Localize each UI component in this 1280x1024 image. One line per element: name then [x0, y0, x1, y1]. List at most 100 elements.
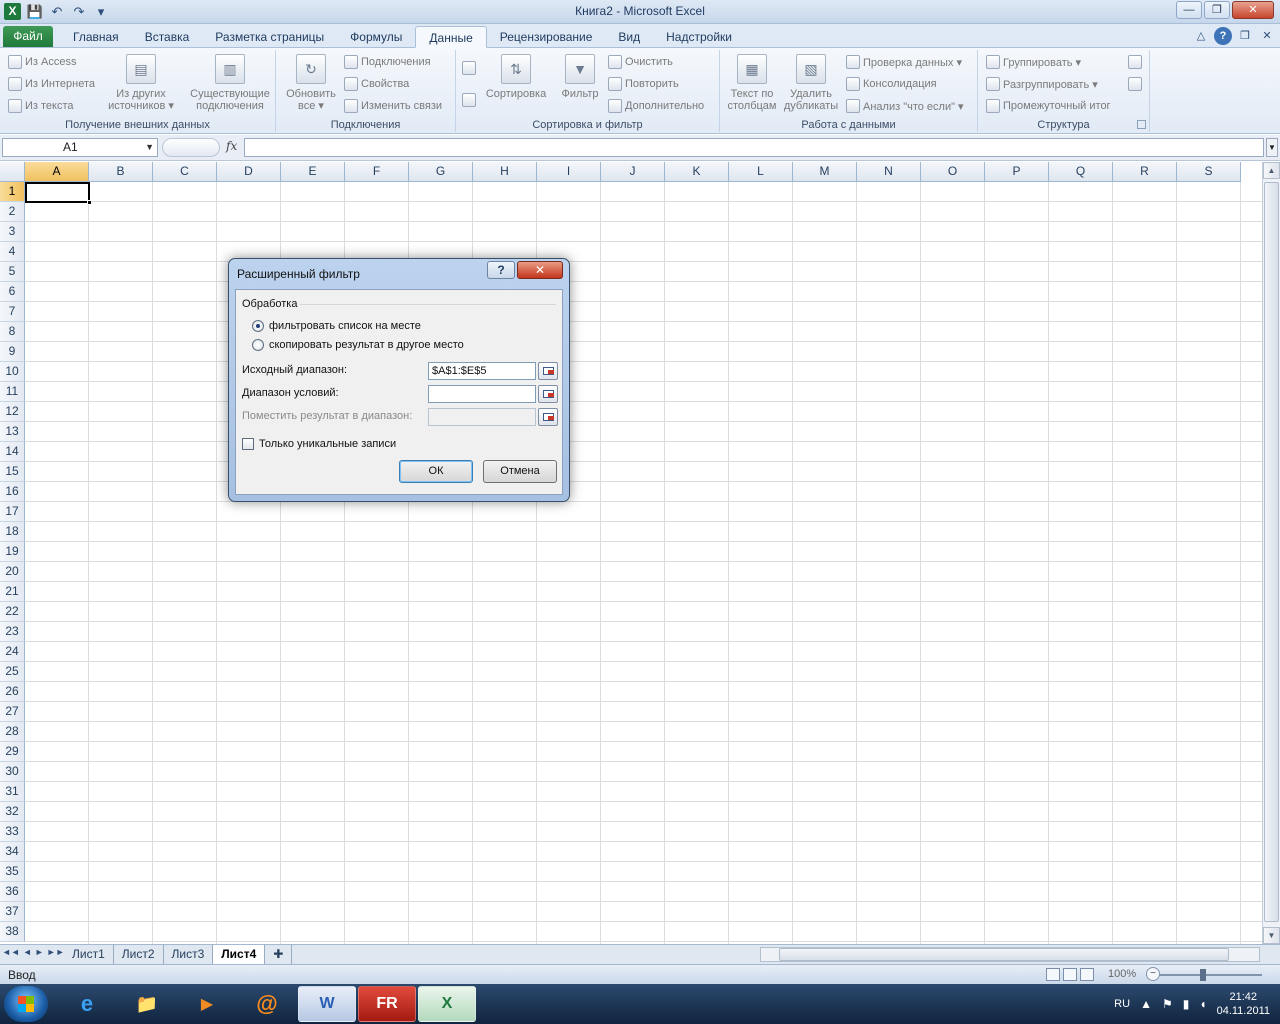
column-header[interactable]: I: [537, 162, 601, 182]
sheet-tab-1[interactable]: Лист1: [64, 945, 114, 964]
row-header[interactable]: 1: [0, 182, 25, 202]
column-header[interactable]: N: [857, 162, 921, 182]
column-header[interactable]: L: [729, 162, 793, 182]
row-header[interactable]: 23: [0, 622, 25, 642]
column-header[interactable]: J: [601, 162, 665, 182]
row-header[interactable]: 2: [0, 202, 25, 222]
column-header[interactable]: R: [1113, 162, 1177, 182]
ungroup-button[interactable]: Разгруппировать ▾: [986, 74, 1098, 94]
mail-agent-icon[interactable]: @: [238, 986, 296, 1022]
tab-view[interactable]: Вид: [605, 26, 653, 48]
sheet-tab-2[interactable]: Лист2: [114, 945, 164, 964]
scroll-down-icon[interactable]: ▼: [1263, 927, 1280, 944]
vertical-scroll-thumb[interactable]: [1264, 182, 1279, 922]
start-button[interactable]: [4, 986, 48, 1022]
filter-in-place-radio-row[interactable]: фильтровать список на месте: [252, 318, 421, 334]
data-validation-button[interactable]: Проверка данных ▾: [846, 52, 962, 72]
next-sheet-icon[interactable]: ►: [35, 947, 44, 957]
column-header[interactable]: D: [217, 162, 281, 182]
column-header[interactable]: A: [25, 162, 89, 182]
column-header[interactable]: H: [473, 162, 537, 182]
row-header[interactable]: 18: [0, 522, 25, 542]
row-header[interactable]: 32: [0, 802, 25, 822]
page-break-view-icon[interactable]: [1080, 968, 1094, 981]
row-header[interactable]: 33: [0, 822, 25, 842]
advanced-filter-button[interactable]: Дополнительно: [608, 96, 704, 116]
cell-area[interactable]: [25, 182, 1262, 944]
column-header[interactable]: C: [153, 162, 217, 182]
filter-in-place-radio[interactable]: [252, 320, 264, 332]
text-to-columns-button[interactable]: ▦ Текст по столбцам: [722, 52, 782, 116]
row-header[interactable]: 38: [0, 922, 25, 942]
language-indicator[interactable]: RU: [1114, 998, 1130, 1010]
connections-button[interactable]: Подключения: [344, 52, 431, 72]
minimize-ribbon-icon[interactable]: △: [1192, 27, 1210, 45]
vertical-scrollbar[interactable]: ▲ ▼: [1262, 162, 1280, 944]
tab-formulas[interactable]: Формулы: [337, 26, 415, 48]
list-range-collapse-icon[interactable]: [538, 362, 558, 380]
tab-review[interactable]: Рецензирование: [487, 26, 606, 48]
row-header[interactable]: 19: [0, 542, 25, 562]
close-window-button[interactable]: ✕: [1232, 1, 1274, 19]
column-header[interactable]: Q: [1049, 162, 1113, 182]
row-header[interactable]: 5: [0, 262, 25, 282]
group-button[interactable]: Группировать ▾: [986, 52, 1081, 72]
ok-button[interactable]: ОК: [399, 460, 473, 483]
column-header[interactable]: B: [89, 162, 153, 182]
column-header[interactable]: F: [345, 162, 409, 182]
row-header[interactable]: 14: [0, 442, 25, 462]
sheet-tab-3[interactable]: Лист3: [164, 945, 214, 964]
tab-data[interactable]: Данные: [415, 26, 487, 48]
row-header[interactable]: 35: [0, 862, 25, 882]
from-text-button[interactable]: Из текста: [8, 96, 74, 116]
excel-taskbar-icon[interactable]: X: [418, 986, 476, 1022]
row-header[interactable]: 36: [0, 882, 25, 902]
insert-function-icon[interactable]: fx: [226, 139, 237, 153]
column-header[interactable]: K: [665, 162, 729, 182]
remove-duplicates-button[interactable]: ▧ Удалить дубликаты: [780, 52, 842, 116]
help-icon[interactable]: ?: [1214, 27, 1232, 45]
zoom-out-icon[interactable]: −: [1146, 967, 1160, 981]
zoom-slider-knob[interactable]: [1200, 969, 1206, 981]
show-detail-button[interactable]: [1128, 52, 1142, 72]
zoom-level[interactable]: 100%: [1108, 968, 1136, 980]
expand-formula-bar-icon[interactable]: ▼: [1266, 138, 1278, 157]
last-sheet-icon[interactable]: ►►: [47, 947, 65, 957]
row-header[interactable]: 28: [0, 722, 25, 742]
finereader-icon[interactable]: FR: [358, 986, 416, 1022]
unique-records-checkbox[interactable]: [242, 438, 254, 450]
copy-to-location-radio[interactable]: [252, 339, 264, 351]
row-header[interactable]: 29: [0, 742, 25, 762]
row-header[interactable]: 21: [0, 582, 25, 602]
row-header[interactable]: 12: [0, 402, 25, 422]
sheet-tab-4[interactable]: Лист4: [213, 945, 266, 964]
column-header[interactable]: S: [1177, 162, 1241, 182]
outline-dialog-launcher-icon[interactable]: [1137, 120, 1146, 129]
tab-page-layout[interactable]: Разметка страницы: [202, 26, 337, 48]
row-header[interactable]: 3: [0, 222, 25, 242]
show-hidden-icons-icon[interactable]: ▲: [1140, 997, 1152, 1011]
column-header[interactable]: G: [409, 162, 473, 182]
select-all-corner[interactable]: [0, 162, 25, 182]
row-header[interactable]: 27: [0, 702, 25, 722]
sort-button[interactable]: ⇅ Сортировка: [482, 52, 550, 116]
list-range-input[interactable]: $A$1:$E$5: [428, 362, 536, 380]
reapply-filter-button[interactable]: Повторить: [608, 74, 679, 94]
horizontal-scroll-thumb[interactable]: [779, 948, 1229, 961]
row-header[interactable]: 8: [0, 322, 25, 342]
other-sources-button[interactable]: ▤ Из других источников ▾: [106, 52, 176, 116]
row-header[interactable]: 11: [0, 382, 25, 402]
row-header[interactable]: 34: [0, 842, 25, 862]
scroll-up-icon[interactable]: ▲: [1263, 162, 1280, 179]
clear-filter-button[interactable]: Очистить: [608, 52, 673, 72]
horizontal-scrollbar[interactable]: [760, 947, 1260, 962]
row-header[interactable]: 10: [0, 362, 25, 382]
properties-button[interactable]: Свойства: [344, 74, 409, 94]
internet-explorer-icon[interactable]: e: [58, 986, 116, 1022]
tab-insert[interactable]: Вставка: [132, 26, 203, 48]
volume-icon[interactable]: ◖: [1199, 997, 1206, 1011]
normal-view-icon[interactable]: [1046, 968, 1060, 981]
dialog-close-button[interactable]: ✕: [517, 261, 563, 279]
name-box[interactable]: A1 ▼: [2, 138, 158, 157]
from-access-button[interactable]: Из Access: [8, 52, 76, 72]
